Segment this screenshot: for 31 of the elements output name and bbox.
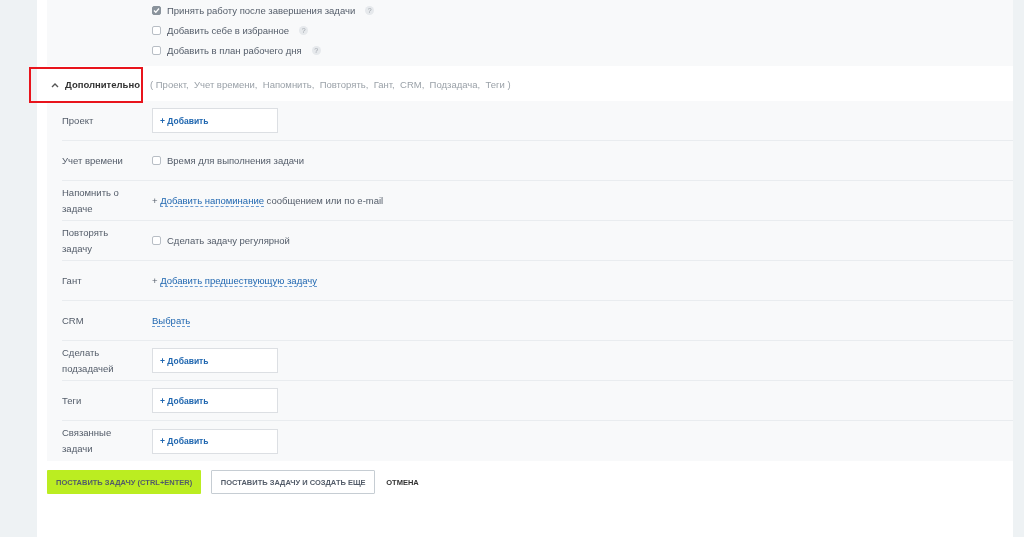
checkbox-label: Время для выполнения задачи bbox=[167, 155, 305, 166]
checkbox[interactable] bbox=[152, 236, 161, 245]
field-label: Учет времени bbox=[62, 153, 124, 168]
caret-icon bbox=[51, 81, 59, 88]
field-label: Гант bbox=[62, 273, 83, 288]
field-label: Сделать подзадачей bbox=[62, 345, 115, 376]
field-label: Связанные задачи bbox=[62, 426, 113, 456]
checkbox[interactable] bbox=[152, 25, 161, 35]
checkbox[interactable] bbox=[152, 45, 161, 55]
field-label: Напомнить о задаче bbox=[62, 185, 120, 216]
option-label: Добавить в план рабочего дня bbox=[167, 44, 302, 56]
field-label: CRM bbox=[62, 313, 85, 328]
field-label: Проект bbox=[62, 113, 95, 128]
option-label: Принять работу после завершения задачи bbox=[167, 4, 356, 16]
checkbox[interactable] bbox=[152, 5, 161, 15]
link-line: + Добавить напоминание сообщением или по e-mail bbox=[152, 195, 384, 206]
add-field[interactable]: + Добавить bbox=[152, 428, 278, 454]
option-label: Добавить себе в избранное bbox=[167, 24, 290, 36]
section-toggle[interactable]: Дополнительно bbox=[47, 79, 140, 90]
checkbox-label: Сделать задачу регулярной bbox=[167, 235, 290, 246]
add-link[interactable]: Добавить напоминание bbox=[160, 195, 264, 207]
field-label: Теги bbox=[62, 393, 83, 408]
field-label: Повторять задачу bbox=[62, 225, 110, 256]
link-line: + Добавить предшествующую задачу bbox=[152, 275, 317, 286]
add-field[interactable]: + Добавить bbox=[152, 348, 278, 373]
section-summary: ( Проект, Учет времени, Напомнить, Повторять, Гант, CRM, Подзадача, Теги ) bbox=[149, 79, 511, 90]
add-field[interactable]: + Добавить bbox=[152, 108, 278, 133]
add-field[interactable]: + Добавить bbox=[152, 388, 278, 413]
select-link[interactable]: Выбрать bbox=[152, 314, 191, 327]
add-link[interactable]: Добавить предшествующую задачу bbox=[160, 275, 317, 287]
checkbox[interactable] bbox=[152, 156, 161, 165]
